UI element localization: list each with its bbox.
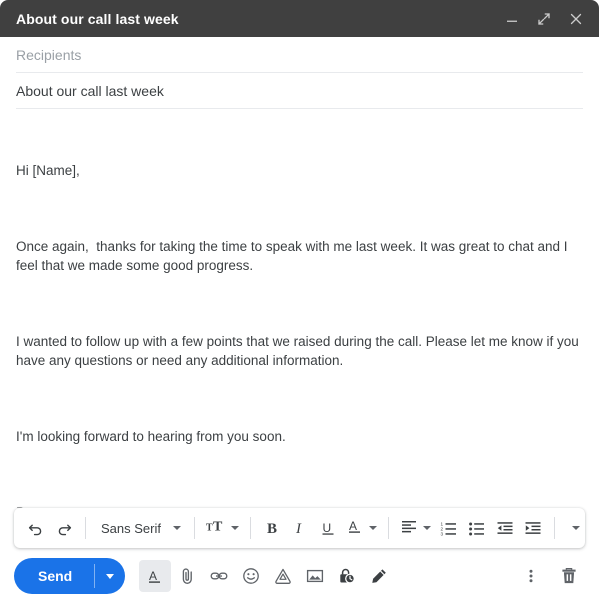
indent-more-icon[interactable] (519, 514, 547, 542)
expand-icon[interactable] (533, 8, 555, 30)
svg-text:A: A (349, 519, 357, 533)
formatting-options-button[interactable]: A (139, 560, 172, 592)
compose-tools: A (139, 560, 395, 592)
chevron-down-icon (571, 526, 580, 530)
send-button[interactable]: Send (14, 558, 94, 594)
body-paragraph: Hi [Name], (16, 163, 80, 178)
confidential-mode-icon[interactable] (331, 560, 363, 592)
recipients-placeholder: Recipients (16, 46, 82, 63)
format-toolbar: Sans Serif T T B I U A 1 2 3 (14, 508, 585, 548)
svg-text:U: U (322, 521, 331, 535)
insert-signature-icon[interactable] (363, 560, 395, 592)
body-paragraph: Once again, thanks for taking the time t… (16, 239, 572, 273)
text-color-icon: A (346, 517, 364, 540)
font-family-label: Sans Serif (101, 520, 161, 536)
compose-action-bar: Send A (0, 548, 599, 604)
redo-icon[interactable] (50, 514, 78, 542)
undo-icon[interactable] (22, 514, 50, 542)
body-paragraph: I'm looking forward to hearing from you … (16, 429, 286, 444)
indent-less-icon[interactable] (491, 514, 519, 542)
align-dropdown[interactable] (396, 514, 435, 542)
insert-drive-icon[interactable] (267, 560, 299, 592)
body-paragraph: I wanted to follow up with a few points … (16, 334, 583, 368)
align-left-icon (400, 517, 418, 540)
send-options-button[interactable] (95, 558, 125, 594)
font-family-dropdown[interactable]: Sans Serif (93, 514, 187, 542)
chevron-down-icon (368, 526, 377, 530)
more-formatting-icon[interactable] (562, 514, 590, 542)
toolbar-divider (193, 517, 195, 539)
send-label: Send (38, 568, 73, 584)
compose-title: About our call last week (16, 10, 179, 27)
insert-emoji-icon[interactable] (235, 560, 267, 592)
message-body[interactable]: Hi [Name], Once again, thanks for taking… (0, 109, 599, 508)
compose-titlebar: About our call last week (0, 0, 599, 37)
attach-files-icon[interactable] (171, 560, 203, 592)
recipients-row: Recipients (0, 37, 599, 73)
toolbar-divider (387, 517, 389, 539)
bulleted-list-icon[interactable] (463, 514, 491, 542)
toolbar-divider (249, 517, 251, 539)
subject-value: About our call last week (16, 82, 164, 99)
compose-more-actions (515, 560, 585, 592)
discard-draft-icon[interactable] (553, 560, 585, 592)
svg-text:I: I (295, 521, 302, 537)
subject-row: About our call last week (0, 73, 599, 109)
bold-button[interactable]: B (258, 514, 286, 542)
toolbar-divider (85, 517, 86, 539)
window-controls (501, 8, 587, 30)
subject-field[interactable]: About our call last week (16, 73, 583, 109)
recipients-field[interactable]: Recipients (16, 37, 583, 73)
svg-text:B: B (267, 521, 277, 537)
chevron-down-icon (172, 526, 181, 530)
svg-text:T: T (213, 519, 223, 534)
minimize-icon[interactable] (501, 8, 523, 30)
italic-button[interactable]: I (286, 514, 314, 542)
svg-text:T: T (206, 522, 213, 533)
chevron-down-icon (106, 573, 115, 579)
font-size-icon: T T (206, 518, 226, 539)
svg-text:A: A (149, 569, 157, 583)
insert-link-icon[interactable] (203, 560, 235, 592)
insert-photo-icon[interactable] (299, 560, 331, 592)
chevron-down-icon (230, 526, 239, 530)
numbered-list-icon[interactable]: 1 2 3 (435, 514, 463, 542)
font-size-dropdown[interactable]: T T (202, 514, 243, 542)
send-button-group: Send (14, 558, 126, 594)
svg-text:3: 3 (440, 531, 443, 536)
more-options-icon[interactable] (515, 560, 547, 592)
text-color-dropdown[interactable]: A (342, 514, 381, 542)
toolbar-divider (553, 517, 555, 539)
chevron-down-icon (422, 526, 431, 530)
close-icon[interactable] (565, 8, 587, 30)
compose-window: About our call last week Recipients Abou… (0, 0, 599, 604)
format-toolbar-wrap: Sans Serif T T B I U A 1 2 3 (0, 508, 599, 548)
underline-button[interactable]: U (314, 514, 342, 542)
